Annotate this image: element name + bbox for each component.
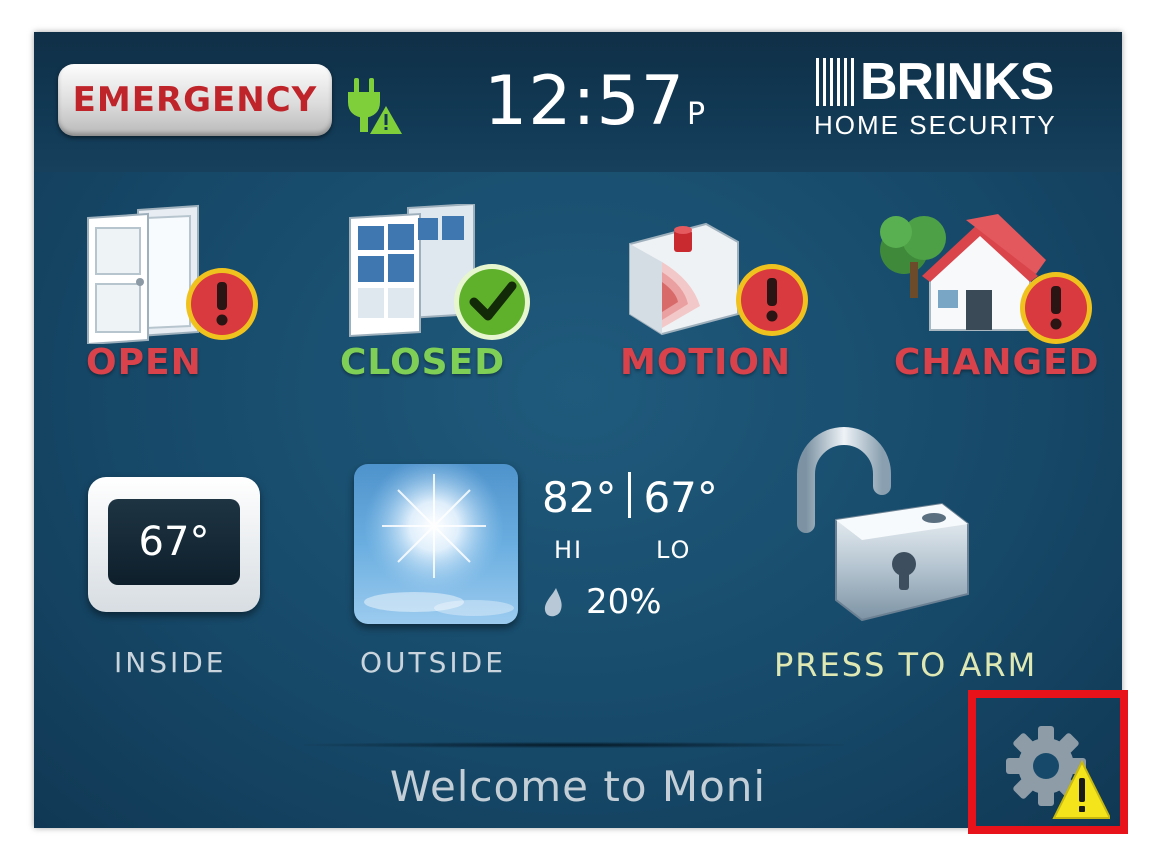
brand-stripes-icon	[816, 58, 856, 106]
brand-name: BRINKS	[860, 53, 1054, 111]
inside-temp: 67°	[108, 499, 240, 585]
outside-lo-temp: 67°	[643, 473, 718, 522]
security-panel-screen: EMERGENCY 12:57P BRINKS HOME SECURITY OP…	[34, 32, 1122, 828]
clock-time: 12:57	[484, 62, 685, 141]
arm-system-button[interactable]	[792, 424, 982, 634]
sensor-motion-tile[interactable]	[622, 218, 822, 348]
outside-hi-lo: 82° 67°	[542, 472, 718, 522]
settings-highlight-box	[968, 690, 1128, 834]
hi-label: HI	[554, 536, 584, 564]
clock-ampm: P	[686, 97, 707, 132]
sensor-door-tile[interactable]	[82, 204, 262, 344]
emergency-button[interactable]: EMERGENCY	[58, 64, 332, 136]
precipitation: 20%	[542, 582, 662, 622]
raindrop-icon	[544, 588, 562, 617]
house-icon	[880, 214, 1092, 344]
door-icon	[87, 204, 258, 344]
brand-logo: BRINKS HOME SECURITY	[814, 52, 1104, 144]
welcome-message: Welcome to Moni	[389, 762, 767, 811]
clock-display: 12:57P	[484, 62, 706, 141]
sun-icon	[364, 464, 514, 616]
sensor-house-tile[interactable]	[876, 210, 1102, 346]
inside-label: INSIDE	[114, 646, 227, 679]
sensor-window-tile[interactable]	[346, 204, 536, 344]
padlock-open-icon	[797, 427, 969, 622]
power-plug-warning-icon[interactable]	[342, 72, 406, 136]
outside-label: OUTSIDE	[360, 646, 506, 679]
outside-weather-tile[interactable]	[354, 464, 518, 624]
temp-divider	[628, 472, 632, 518]
sensor-door-status: OPEN	[86, 342, 202, 383]
precip-percent: 20%	[586, 582, 662, 622]
footer-divider	[304, 742, 844, 748]
window-icon	[349, 204, 530, 340]
lo-label: LO	[656, 536, 692, 564]
inside-thermostat[interactable]: 67°	[88, 477, 260, 612]
sensor-window-status: CLOSED	[340, 342, 506, 383]
sensor-house-status: CHANGED	[894, 342, 1100, 383]
motion-sensor-icon	[629, 222, 808, 336]
outside-hi-temp: 82°	[542, 473, 617, 522]
press-to-arm-label: PRESS TO ARM	[774, 646, 1038, 684]
sensor-motion-status: MOTION	[620, 342, 792, 383]
header-bar: EMERGENCY 12:57P BRINKS HOME SECURITY	[34, 32, 1122, 172]
brand-subtitle: HOME SECURITY	[814, 110, 1057, 140]
